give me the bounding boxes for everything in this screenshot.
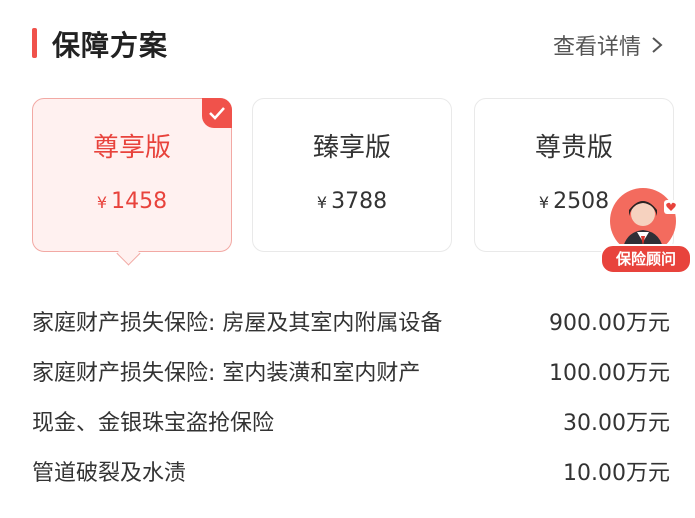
- view-details-label[interactable]: 查看详情: [553, 29, 641, 61]
- plan-card-zunxiang[interactable]: 尊享版 ¥1458: [32, 98, 232, 252]
- coverage-amount: 900.00万元: [549, 311, 670, 336]
- advisor-label: 保险顾问: [600, 244, 692, 274]
- selected-check-icon: [202, 98, 232, 128]
- plan-name: 臻享版: [312, 133, 391, 163]
- coverage-item: 家庭财产损失保险: 室内装潢和室内财产 100.00万元: [32, 355, 670, 395]
- currency-symbol: ¥: [96, 193, 108, 212]
- heart-icon: [664, 200, 678, 214]
- price-value: 3788: [331, 189, 388, 214]
- plan-name: 尊贵版: [534, 133, 613, 163]
- plan-name: 尊享版: [92, 133, 171, 163]
- currency-symbol: ¥: [538, 193, 550, 212]
- coverage-label: 家庭财产损失保险: 室内装潢和室内财产: [32, 361, 421, 386]
- plan-card-zhenxiang[interactable]: 臻享版 ¥3788: [252, 98, 452, 252]
- plan-price: ¥1458: [33, 189, 231, 214]
- chevron-right-icon: [652, 37, 663, 53]
- price-value: 1458: [111, 189, 168, 214]
- coverage-item: 现金、金银珠宝盗抢保险 30.00万元: [32, 405, 670, 445]
- coverage-amount: 100.00万元: [549, 361, 670, 386]
- coverage-amount: 10.00万元: [563, 461, 670, 486]
- coverage-label: 家庭财产损失保险: 房屋及其室内附属设备: [32, 311, 443, 336]
- plan-selector: 尊享版 ¥1458 臻享版 ¥3788 尊贵版 ¥2508: [0, 98, 695, 268]
- view-details-link[interactable]: 查看详情: [553, 29, 663, 61]
- currency-symbol: ¥: [316, 193, 328, 212]
- plan-price: ¥3788: [253, 189, 451, 214]
- coverage-amount: 30.00万元: [563, 411, 670, 436]
- title-accent-bar: [32, 28, 37, 58]
- section-title: 保障方案: [52, 29, 169, 62]
- section-header: 保障方案 查看详情: [0, 0, 695, 90]
- coverage-item: 管道破裂及水渍 10.00万元: [32, 455, 670, 495]
- coverage-label: 现金、金银珠宝盗抢保险: [32, 411, 275, 436]
- insurance-advisor-button[interactable]: 保险顾问: [600, 188, 692, 274]
- coverage-item: 家庭财产损失保险: 房屋及其室内附属设备 900.00万元: [32, 305, 670, 345]
- coverage-label: 管道破裂及水渍: [32, 461, 187, 486]
